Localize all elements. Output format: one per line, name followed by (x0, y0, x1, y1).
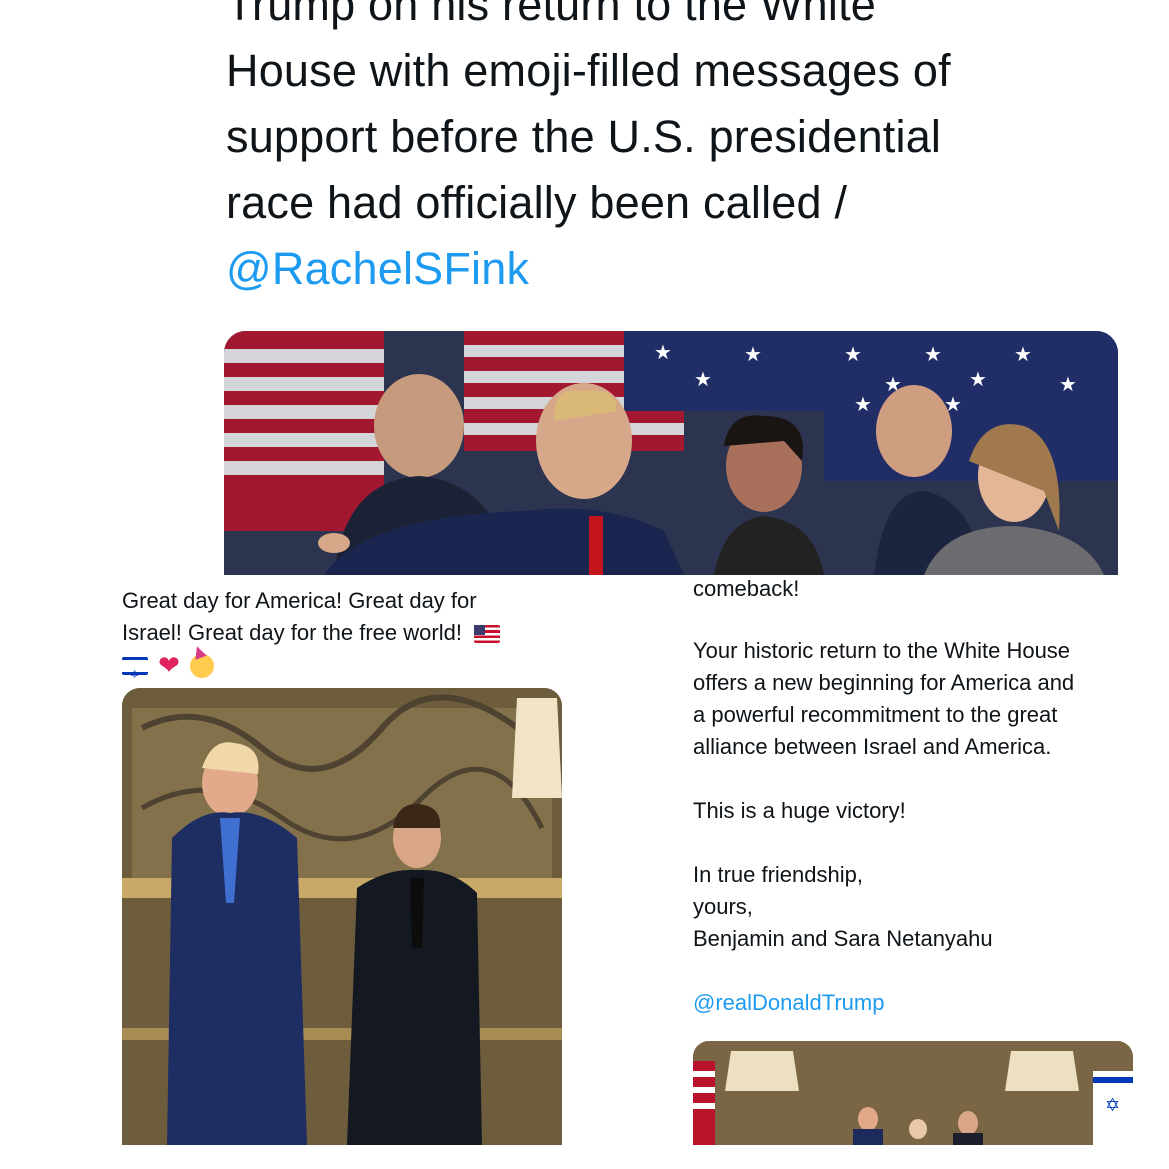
tweet-text-line: support before the U.S. presidential (226, 111, 942, 162)
tweet-text-line: Your historic return to the White House (693, 638, 1071, 663)
election-night-photo: ★★★ ★★★ ★★★ ★ ★ (224, 331, 1118, 575)
tweet-text-line: comeback! (693, 576, 800, 601)
svg-text:★: ★ (969, 367, 987, 391)
svg-text:★: ★ (694, 367, 712, 391)
tweet-photo[interactable]: ✡ (693, 1041, 1133, 1145)
tweet-text-line: Benjamin and Sara Netanyahu (693, 926, 993, 951)
top-tweet-text: Trump on his return to the White House w… (226, 0, 1106, 302)
tweet-text-line: In true friendship, (693, 862, 863, 887)
tweet-photo[interactable] (122, 688, 562, 1145)
tweet-photo[interactable]: ★ ★ ★ ★ ★ ★ ★ ★ ★ ★ ★ (224, 331, 1118, 575)
tweet-text-line: House with emoji-filled messages of (226, 45, 951, 96)
mention-link[interactable]: @realDonaldTrump (693, 987, 1153, 1019)
handshake-photo (122, 688, 562, 1145)
svg-text:★: ★ (844, 342, 862, 366)
partying-face-icon (190, 654, 215, 679)
tweet-text-line: race had officially been called / (226, 177, 848, 228)
tweet-text-fragment: Israel! Great day for the free world! (122, 620, 462, 645)
tweet-text-line: Israel! Great day for the free world! (122, 617, 562, 649)
tweet-text-line: Great day for America! Great day for (122, 588, 477, 613)
tweet-text-line: a powerful recommitment to the great (693, 702, 1058, 727)
emoji-line: ❤ (122, 649, 562, 691)
meeting-photo: ✡ (693, 1041, 1133, 1145)
tweet-text-line: alliance between Israel and America. (693, 734, 1052, 759)
left-tweet-text: Great day for America! Great day for Isr… (122, 585, 562, 691)
right-tweet-text: comeback! Your historic return to the Wh… (693, 573, 1153, 1051)
tweet-text-line: Trump on his return to the White (226, 0, 877, 30)
heart-icon: ❤ (158, 651, 180, 682)
svg-text:★: ★ (1014, 342, 1032, 366)
tweet-text-line: This is a huge victory! (693, 798, 906, 823)
tweet-text-line: yours, (693, 894, 753, 919)
svg-text:★: ★ (744, 342, 762, 366)
top-tweet: Trump on his return to the White House w… (0, 0, 1169, 575)
us-flag-icon (474, 625, 501, 644)
svg-text:★: ★ (854, 392, 872, 416)
tweet-text-line: offers a new beginning for America and (693, 670, 1075, 695)
svg-text:✡: ✡ (1105, 1095, 1120, 1116)
svg-text:★: ★ (1059, 372, 1077, 396)
israel-flag-icon (122, 657, 148, 691)
svg-text:★: ★ (654, 340, 672, 364)
svg-text:★: ★ (924, 342, 942, 366)
mention-link[interactable]: @RachelSFink (226, 236, 1106, 302)
